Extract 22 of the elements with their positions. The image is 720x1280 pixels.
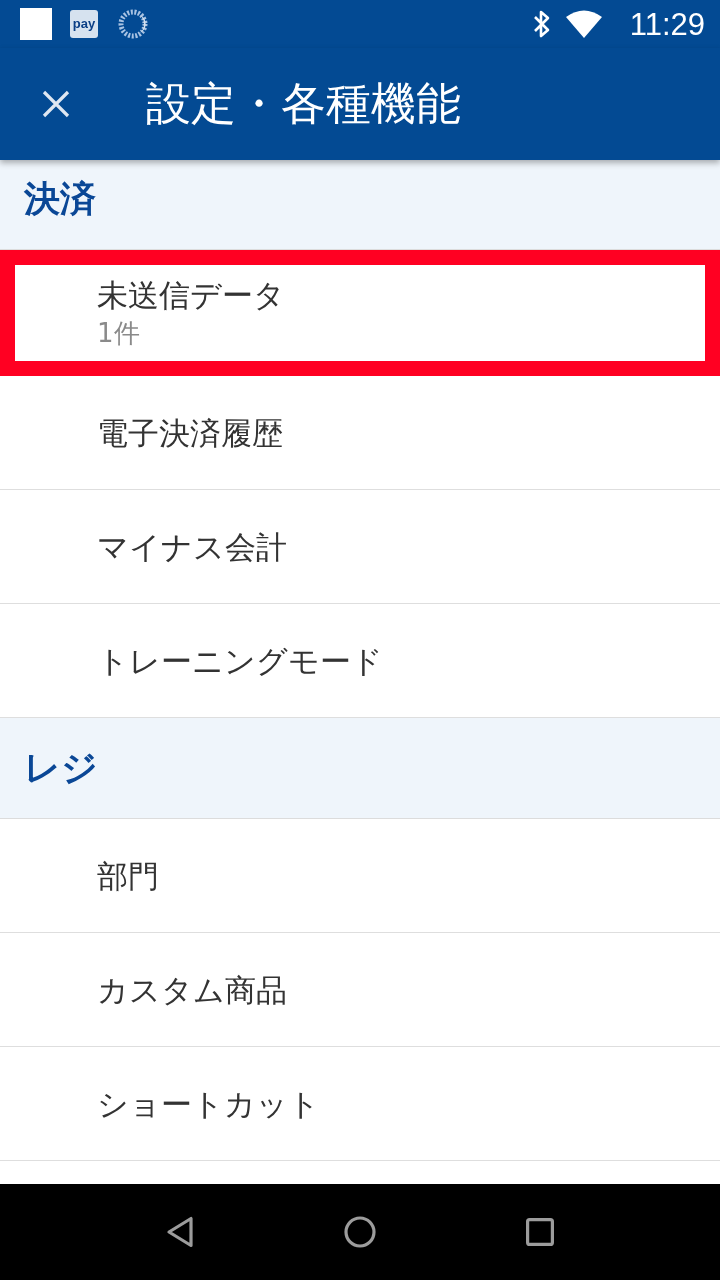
recents-square-icon (526, 1218, 554, 1246)
item-label: 部門 (97, 856, 159, 896)
item-label: 未送信データ (97, 276, 285, 315)
item-label: カスタム商品 (97, 970, 287, 1010)
dotted-circle-icon (118, 9, 148, 39)
bluetooth-icon (531, 8, 552, 40)
section-header: レジ (0, 718, 720, 819)
blank-notification-icon (20, 8, 52, 40)
item-label: トレーニングモード (97, 641, 383, 681)
back-triangle-icon (166, 1216, 194, 1248)
item-label: ショートカット (97, 1084, 320, 1124)
app-notification-tile: pay (70, 10, 98, 38)
item-label: マイナス会計 (97, 527, 287, 567)
home-circle-icon (344, 1216, 376, 1248)
item-count: 1件 (97, 317, 140, 350)
clock-time: 11:29 (629, 8, 705, 40)
section-header: 決済 (0, 160, 720, 250)
wifi-icon (565, 10, 602, 38)
close-icon (42, 90, 70, 118)
page-title: 設定・各種機能 (146, 77, 461, 131)
item-label: 電子決済履歴 (97, 413, 283, 453)
highlighted-list-item[interactable]: 未送信データ 1件 (0, 250, 720, 376)
